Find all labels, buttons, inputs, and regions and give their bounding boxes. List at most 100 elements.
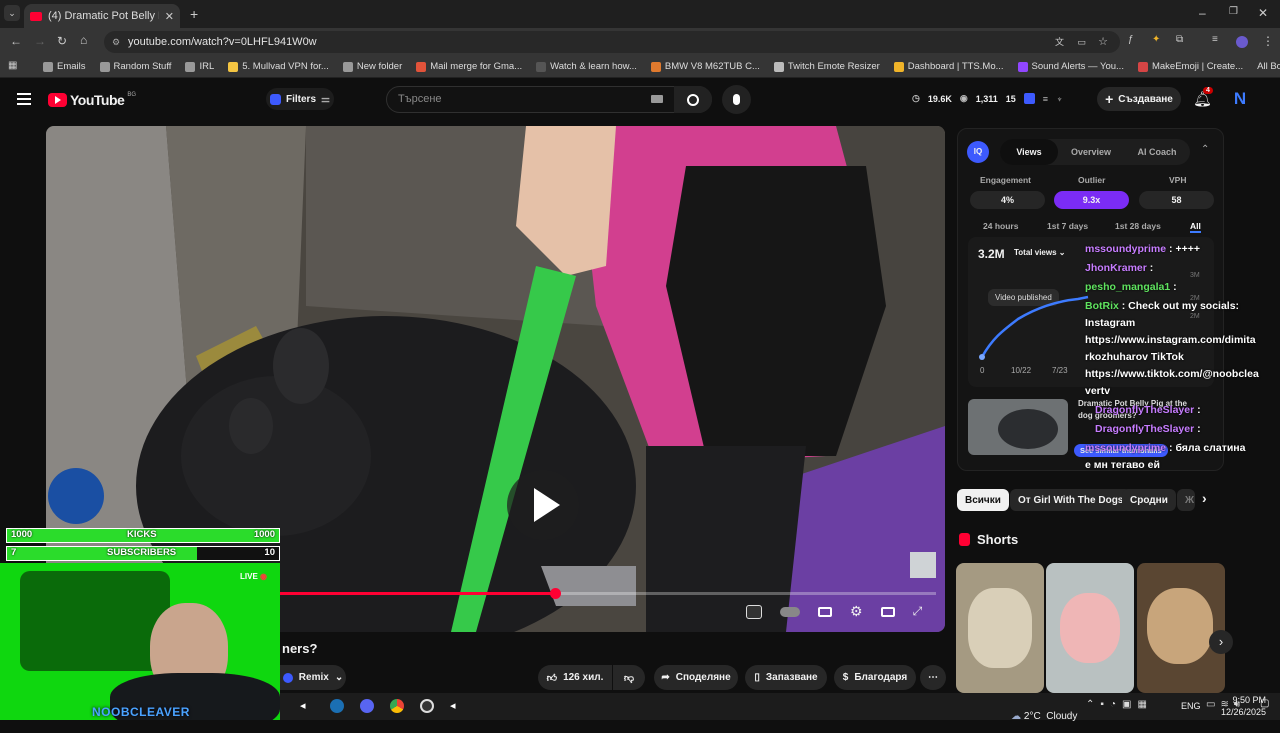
bookmark-star-icon[interactable]: ☆ (1098, 31, 1108, 53)
bookmark-item[interactable]: New folder (338, 61, 407, 72)
bookmark-item[interactable]: Twitch Emote Resizer (769, 61, 885, 72)
tab-search-button[interactable]: ⌄ (4, 5, 20, 21)
extension-icon[interactable]: ƒ (1128, 35, 1134, 45)
chrome-icon[interactable] (390, 699, 404, 713)
bookmark-item[interactable]: IRL (180, 61, 219, 72)
home-icon[interactable]: ⌂ (80, 34, 87, 46)
taskbar-app-icon[interactable]: ◂ (300, 699, 314, 713)
tray-chevron-icon[interactable]: ⌃ (1086, 699, 1094, 710)
short-thumbnail-dog[interactable] (1137, 563, 1225, 693)
bookmark-item[interactable]: BMW V8 M62TUB C... (646, 61, 765, 72)
vidiq-icon[interactable] (1023, 93, 1035, 104)
vidiq-player-icon[interactable] (746, 604, 762, 619)
new-tab-icon[interactable]: + (190, 7, 198, 21)
chips-next-chevron-icon[interactable]: › (1202, 490, 1207, 506)
bookmark-item[interactable]: Dashboard | TTS.Mo... (889, 61, 1009, 72)
chip-related[interactable]: Сродни (1122, 489, 1176, 511)
chip-more[interactable]: Ж (1177, 489, 1195, 511)
translate-icon[interactable]: 文 (1055, 31, 1064, 53)
bookmark-item[interactable]: MakeEmoji | Create... (1133, 61, 1248, 72)
remix-button[interactable]: Remix ⌄ (280, 665, 346, 690)
autoplay-toggle[interactable] (780, 606, 800, 617)
short-thumbnail-piglet[interactable] (1046, 563, 1134, 693)
cast-icon[interactable]: ▭ (1077, 31, 1086, 53)
tab-views[interactable]: Views (1000, 139, 1058, 165)
save-button[interactable]: ▯ Запазване (745, 665, 827, 690)
menu-hamburger-icon[interactable] (17, 93, 31, 105)
more-actions-button[interactable]: ⋯ (920, 665, 946, 690)
tab-ai-coach[interactable]: AI Coach (1124, 139, 1190, 165)
forward-icon[interactable]: → (34, 35, 46, 47)
back-icon[interactable]: ← (10, 35, 22, 47)
tab-overview[interactable]: Overview (1058, 139, 1124, 165)
list-icon[interactable]: ≡ (1043, 94, 1048, 104)
url-bar[interactable]: ⚙ youtube.com/watch?v=0LHFL941W0w ☆ ▭ 文 (104, 31, 1120, 53)
settings-gear-icon[interactable]: ⚙ (850, 603, 863, 620)
trophy-icon[interactable]: ♆ (1056, 94, 1063, 104)
filters-button[interactable]: Filters ⚌ (266, 88, 334, 110)
total-views-select[interactable]: Total views ⌄ (1014, 248, 1065, 257)
video-thumbnail[interactable] (968, 399, 1068, 455)
notification-center-icon[interactable]: ▢ (1260, 698, 1269, 709)
media-icon[interactable]: ≡ (1212, 35, 1218, 45)
bookmark-item[interactable]: Sound Alerts — You... (1013, 61, 1129, 72)
minimize-icon[interactable]: – (1199, 7, 1206, 19)
share-button[interactable]: ➦ Споделяне (654, 665, 738, 690)
tray-app-icon[interactable]: ◔ (1110, 699, 1116, 710)
create-button[interactable]: + Създаване (1097, 87, 1181, 111)
thanks-button[interactable]: $ Благодаря (834, 665, 916, 690)
restore-icon[interactable]: ❐ (1229, 7, 1238, 17)
discord-icon[interactable] (360, 699, 374, 713)
tray-app-icon[interactable]: ▪ (1100, 699, 1104, 710)
close-window-icon[interactable]: ✕ (1258, 7, 1268, 19)
range-24h[interactable]: 24 hours (983, 221, 1018, 231)
play-button[interactable] (507, 470, 579, 540)
search-button[interactable] (674, 86, 712, 113)
range-7d[interactable]: 1st 7 days (1047, 221, 1088, 231)
extensions-puzzle-icon[interactable]: ⧉ (1176, 35, 1183, 45)
youtube-logo[interactable]: YouTube BG (48, 92, 136, 108)
short-thumbnail-sheep[interactable] (956, 563, 1044, 693)
chip-from-channel[interactable]: От Girl With The Dogs (1010, 489, 1132, 511)
bookmark-item[interactable]: Watch & learn how... (531, 61, 642, 72)
menu-kebab-icon[interactable]: ⋮ (1262, 35, 1274, 47)
tray-app-icon[interactable]: ▦ (1137, 699, 1146, 710)
taskbar-app-icon[interactable]: ◂ (450, 699, 464, 713)
range-28d[interactable]: 1st 28 days (1115, 221, 1161, 231)
obs-icon[interactable] (420, 699, 434, 713)
progress-bar[interactable] (280, 588, 936, 599)
chip-all[interactable]: Всички (957, 489, 1009, 511)
collapse-chevron-icon[interactable]: ⌃ (1201, 144, 1209, 155)
bookmark-item[interactable]: Random Stuff (95, 61, 177, 72)
engagement-value: 4% (970, 191, 1045, 209)
bookmark-item[interactable]: 5. Mullvad VPN for... (223, 61, 334, 72)
voice-search-button[interactable] (722, 85, 751, 114)
theater-mode-icon[interactable] (880, 606, 895, 617)
notifications-button[interactable]: 🔔︎ 4 (1193, 87, 1213, 108)
fullscreen-icon[interactable]: ⤢ (913, 604, 923, 619)
close-tab-icon[interactable]: ✕ (165, 10, 174, 23)
shorts-next-button[interactable]: › (1209, 630, 1233, 654)
account-avatar[interactable]: N (1230, 89, 1250, 109)
extension-icon[interactable]: ✦ (1152, 35, 1160, 45)
reload-icon[interactable]: ↻ (57, 35, 67, 47)
apps-grid-icon[interactable]: ▦ (8, 61, 17, 71)
search-input[interactable]: Търсене (386, 86, 712, 113)
subtitles-icon[interactable] (818, 606, 832, 617)
scrubber-handle[interactable] (550, 588, 561, 599)
bookmark-item[interactable]: Emails (38, 61, 91, 72)
range-all[interactable]: All (1190, 221, 1201, 233)
keyboard-icon[interactable] (651, 95, 663, 103)
tray-app-icon[interactable]: ▣ (1122, 699, 1131, 710)
browser-tab-active[interactable]: (4) Dramatic Pot Belly Pig at t ✕ (24, 4, 180, 28)
language-indicator[interactable]: ENG (1181, 701, 1201, 711)
steam-icon[interactable] (330, 699, 344, 713)
all-bookmarks-button[interactable]: All Bookmarks (1252, 61, 1280, 72)
profile-avatar-icon[interactable] (1236, 36, 1248, 48)
site-info-icon[interactable]: ⚙ (112, 31, 120, 53)
like-button[interactable]: 👍︎ 126 хил. (538, 665, 612, 690)
clock-date[interactable]: 12/26/2025 (1204, 707, 1266, 717)
weather-widget[interactable]: ☁ 2°C Cloudy (1000, 700, 1077, 733)
bookmark-item[interactable]: Mail merge for Gma... (411, 61, 527, 72)
dislike-button[interactable]: 👎︎ (613, 665, 645, 690)
